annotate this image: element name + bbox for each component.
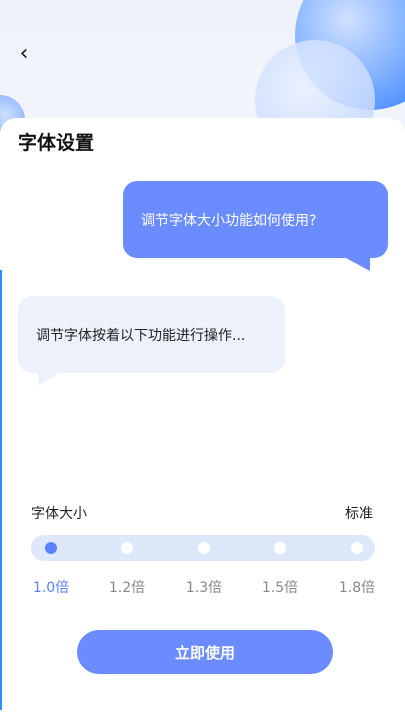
question-text: 调节字体大小功能如何使用?: [141, 212, 317, 229]
scale-label-1-8[interactable]: 1.8倍: [332, 577, 382, 597]
slider-stop-1-3[interactable]: [198, 542, 210, 554]
font-size-slider[interactable]: [31, 535, 375, 561]
edge-accent-line: [0, 270, 2, 710]
apply-button-label: 立即使用: [174, 643, 235, 662]
slider-stop-1-8[interactable]: [351, 542, 363, 554]
page-title: 字体设置: [18, 132, 95, 154]
slider-stop-1-2[interactable]: [121, 542, 133, 554]
scale-label-1-0[interactable]: 1.0倍: [26, 577, 76, 597]
answer-text: 调节字体按着以下功能进行操作...: [36, 327, 246, 344]
question-bubble: 调节字体大小功能如何使用?: [123, 181, 388, 258]
font-size-label: 字体大小: [31, 506, 87, 522]
back-button[interactable]: ‹: [12, 40, 36, 68]
scale-label-1-5[interactable]: 1.5倍: [255, 577, 305, 597]
chevron-left-icon: ‹: [19, 41, 29, 66]
font-size-current-value: 标准: [345, 506, 373, 522]
slider-stop-1-5[interactable]: [274, 542, 286, 554]
question-bubble-tail: [344, 257, 370, 271]
apply-button[interactable]: 立即使用: [77, 630, 333, 674]
scale-label-1-3[interactable]: 1.3倍: [179, 577, 229, 597]
scale-label-1-2[interactable]: 1.2倍: [102, 577, 152, 597]
answer-bubble-tail: [38, 372, 60, 386]
slider-stop-1-0[interactable]: [45, 542, 57, 554]
answer-bubble: 调节字体按着以下功能进行操作...: [18, 296, 285, 373]
